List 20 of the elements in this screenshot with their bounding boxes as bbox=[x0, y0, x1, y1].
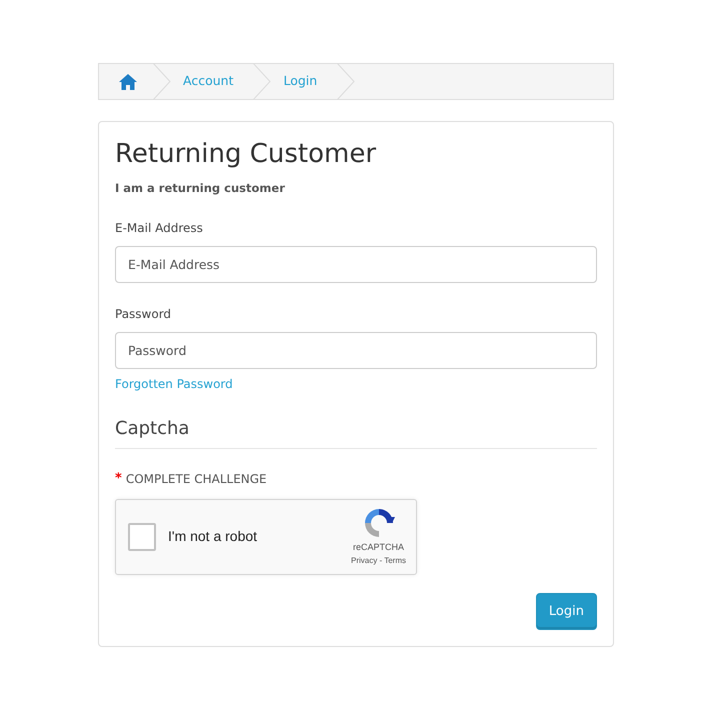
home-link[interactable] bbox=[117, 74, 139, 90]
input-field[interactable]: Password bbox=[115, 332, 597, 370]
login-button[interactable]: Login bbox=[536, 592, 597, 630]
breadcrumb-link[interactable]: Login bbox=[277, 72, 324, 91]
home-icon bbox=[119, 74, 137, 90]
captcha-heading: Captcha bbox=[115, 417, 190, 442]
breadcrumb-link[interactable]: Account bbox=[177, 72, 240, 91]
panel-subtitle: I am a returning customer bbox=[115, 180, 286, 197]
field-label: Password bbox=[115, 306, 172, 324]
input-field[interactable]: E-Mail Address bbox=[115, 246, 597, 284]
forgotten-password-link[interactable]: Forgotten Password bbox=[115, 375, 597, 394]
field-label: E-Mail Address bbox=[115, 220, 204, 238]
captcha-checkbox[interactable] bbox=[128, 522, 156, 551]
required-mark: * bbox=[115, 470, 122, 488]
privacy-terms-links[interactable]: Privacy - Terms bbox=[351, 554, 406, 566]
panel-title: Returning Customer bbox=[115, 138, 378, 170]
captcha-label: COMPLETE CHALLENGE bbox=[126, 471, 267, 488]
recaptcha-brand: reCAPTCHA bbox=[353, 541, 404, 554]
recaptcha-logo-icon bbox=[362, 507, 395, 539]
checkbox-label: I'm not a robot bbox=[168, 527, 258, 546]
